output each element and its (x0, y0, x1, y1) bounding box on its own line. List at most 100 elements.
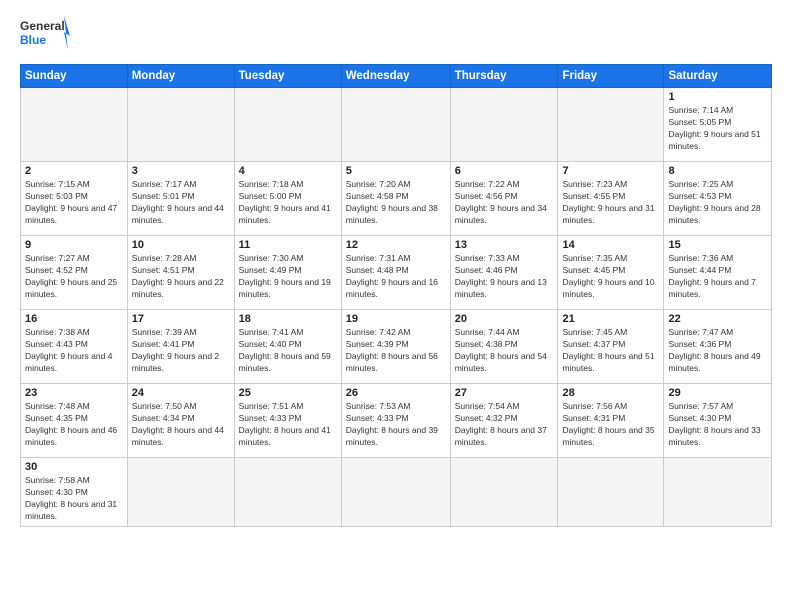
day-cell: 4Sunrise: 7:18 AM Sunset: 5:00 PM Daylig… (234, 162, 341, 236)
day-info: Sunrise: 7:28 AM Sunset: 4:51 PM Dayligh… (132, 253, 230, 301)
day-cell: 1Sunrise: 7:14 AM Sunset: 5:05 PM Daylig… (664, 88, 772, 162)
day-cell: 7 Sunrise: 7:23 AM Sunset: 4:55 PM Daylig… (558, 162, 664, 236)
day-cell: 28 Sunrise: 7:56 AM Sunset: 4:31 PM Dayli… (558, 384, 664, 458)
day-cell: 26 Sunrise: 7:53 AM Sunset: 4:33 PM Dayli… (341, 384, 450, 458)
logo-svg: General Blue (20, 16, 70, 54)
day-cell: 12 Sunrise: 7:31 AM Sunset: 4:48 PM Dayli… (341, 236, 450, 310)
day-info: Sunrise: 7:30 AM Sunset: 4:49 PM Dayligh… (239, 253, 337, 301)
day-info: Sunrise: 7:44 AM Sunset: 4:38 PM Dayligh… (455, 327, 554, 375)
day-info: Sunrise: 7:39 AM Sunset: 4:41 PM Dayligh… (132, 327, 230, 375)
day-number: 29 (668, 387, 767, 399)
day-cell: 5Sunrise: 7:20 AM Sunset: 4:58 PM Daylig… (341, 162, 450, 236)
day-info: Sunrise: 7:47 AM Sunset: 4:36 PM Dayligh… (668, 327, 767, 375)
day-number: 25 (239, 387, 337, 399)
day-number: 5 (346, 165, 446, 177)
day-number: 24 (132, 387, 230, 399)
day-info: Sunrise: 7:51 AM Sunset: 4:33 PM Dayligh… (239, 401, 337, 449)
svg-text:General: General (20, 19, 65, 33)
day-number: 3 (132, 165, 230, 177)
day-cell: 9Sunrise: 7:27 AM Sunset: 4:52 PM Daylig… (21, 236, 128, 310)
day-cell (21, 88, 128, 162)
day-number: 6 (455, 165, 554, 177)
day-number: 12 (346, 239, 446, 251)
svg-text:Blue: Blue (20, 33, 46, 47)
col-header-thursday: Thursday (450, 65, 558, 88)
day-number: 11 (239, 239, 337, 251)
day-number: 20 (455, 313, 554, 325)
day-info: Sunrise: 7:53 AM Sunset: 4:33 PM Dayligh… (346, 401, 446, 449)
day-info: Sunrise: 7:33 AM Sunset: 4:46 PM Dayligh… (455, 253, 554, 301)
day-cell (341, 458, 450, 527)
day-info: Sunrise: 7:48 AM Sunset: 4:35 PM Dayligh… (25, 401, 123, 449)
day-info: Sunrise: 7:14 AM Sunset: 5:05 PM Dayligh… (668, 105, 767, 153)
day-cell: 16Sunrise: 7:38 AM Sunset: 4:43 PM Dayli… (21, 310, 128, 384)
day-info: Sunrise: 7:50 AM Sunset: 4:34 PM Dayligh… (132, 401, 230, 449)
col-header-monday: Monday (127, 65, 234, 88)
day-info: Sunrise: 7:17 AM Sunset: 5:01 PM Dayligh… (132, 179, 230, 227)
logo: General Blue (20, 16, 70, 54)
day-cell: 10 Sunrise: 7:28 AM Sunset: 4:51 PM Dayli… (127, 236, 234, 310)
day-info: Sunrise: 7:58 AM Sunset: 4:30 PM Dayligh… (25, 475, 123, 523)
day-number: 21 (562, 313, 659, 325)
day-cell (234, 88, 341, 162)
day-number: 19 (346, 313, 446, 325)
day-number: 23 (25, 387, 123, 399)
day-number: 14 (562, 239, 659, 251)
day-number: 4 (239, 165, 337, 177)
col-header-sunday: Sunday (21, 65, 128, 88)
day-cell (450, 458, 558, 527)
day-cell: 17Sunrise: 7:39 AM Sunset: 4:41 PM Dayli… (127, 310, 234, 384)
col-header-tuesday: Tuesday (234, 65, 341, 88)
day-number: 26 (346, 387, 446, 399)
day-info: Sunrise: 7:41 AM Sunset: 4:40 PM Dayligh… (239, 327, 337, 375)
day-cell: 30Sunrise: 7:58 AM Sunset: 4:30 PM Dayli… (21, 458, 128, 527)
week-row-1: 1Sunrise: 7:14 AM Sunset: 5:05 PM Daylig… (21, 88, 772, 162)
week-row-5: 23 Sunrise: 7:48 AM Sunset: 4:35 PM Dayli… (21, 384, 772, 458)
day-cell (558, 88, 664, 162)
day-cell (558, 458, 664, 527)
day-cell: 18Sunrise: 7:41 AM Sunset: 4:40 PM Dayli… (234, 310, 341, 384)
page: General Blue SundayMondayTuesdayWednesda… (0, 0, 792, 612)
day-cell (127, 458, 234, 527)
calendar-header-row: SundayMondayTuesdayWednesdayThursdayFrid… (21, 65, 772, 88)
day-info: Sunrise: 7:27 AM Sunset: 4:52 PM Dayligh… (25, 253, 123, 301)
day-cell: 2 Sunrise: 7:15 AM Sunset: 5:03 PM Daylig… (21, 162, 128, 236)
day-cell: 21 Sunrise: 7:45 AM Sunset: 4:37 PM Dayli… (558, 310, 664, 384)
col-header-saturday: Saturday (664, 65, 772, 88)
day-cell: 19 Sunrise: 7:42 AM Sunset: 4:39 PM Dayli… (341, 310, 450, 384)
day-info: Sunrise: 7:25 AM Sunset: 4:53 PM Dayligh… (668, 179, 767, 227)
day-info: Sunrise: 7:57 AM Sunset: 4:30 PM Dayligh… (668, 401, 767, 449)
day-cell: 20 Sunrise: 7:44 AM Sunset: 4:38 PM Dayli… (450, 310, 558, 384)
day-cell: 25 Sunrise: 7:51 AM Sunset: 4:33 PM Dayli… (234, 384, 341, 458)
header: General Blue (20, 16, 772, 54)
day-info: Sunrise: 7:23 AM Sunset: 4:55 PM Dayligh… (562, 179, 659, 227)
day-info: Sunrise: 7:15 AM Sunset: 5:03 PM Dayligh… (25, 179, 123, 227)
day-number: 28 (562, 387, 659, 399)
day-number: 10 (132, 239, 230, 251)
day-number: 7 (562, 165, 659, 177)
day-info: Sunrise: 7:38 AM Sunset: 4:43 PM Dayligh… (25, 327, 123, 375)
day-info: Sunrise: 7:42 AM Sunset: 4:39 PM Dayligh… (346, 327, 446, 375)
day-cell (664, 458, 772, 527)
day-info: Sunrise: 7:45 AM Sunset: 4:37 PM Dayligh… (562, 327, 659, 375)
day-number: 27 (455, 387, 554, 399)
calendar: SundayMondayTuesdayWednesdayThursdayFrid… (20, 64, 772, 527)
day-info: Sunrise: 7:36 AM Sunset: 4:44 PM Dayligh… (668, 253, 767, 301)
day-cell: 29 Sunrise: 7:57 AM Sunset: 4:30 PM Dayli… (664, 384, 772, 458)
week-row-4: 16Sunrise: 7:38 AM Sunset: 4:43 PM Dayli… (21, 310, 772, 384)
day-info: Sunrise: 7:22 AM Sunset: 4:56 PM Dayligh… (455, 179, 554, 227)
day-cell: 15Sunrise: 7:36 AM Sunset: 4:44 PM Dayli… (664, 236, 772, 310)
day-cell: 27 Sunrise: 7:54 AM Sunset: 4:32 PM Dayli… (450, 384, 558, 458)
day-cell: 22 Sunrise: 7:47 AM Sunset: 4:36 PM Dayli… (664, 310, 772, 384)
day-number: 22 (668, 313, 767, 325)
day-cell (450, 88, 558, 162)
day-cell: 3 Sunrise: 7:17 AM Sunset: 5:01 PM Daylig… (127, 162, 234, 236)
day-cell: 13Sunrise: 7:33 AM Sunset: 4:46 PM Dayli… (450, 236, 558, 310)
day-info: Sunrise: 7:54 AM Sunset: 4:32 PM Dayligh… (455, 401, 554, 449)
col-header-wednesday: Wednesday (341, 65, 450, 88)
day-cell (234, 458, 341, 527)
day-cell: 11 Sunrise: 7:30 AM Sunset: 4:49 PM Dayli… (234, 236, 341, 310)
day-info: Sunrise: 7:56 AM Sunset: 4:31 PM Dayligh… (562, 401, 659, 449)
day-number: 2 (25, 165, 123, 177)
day-info: Sunrise: 7:31 AM Sunset: 4:48 PM Dayligh… (346, 253, 446, 301)
